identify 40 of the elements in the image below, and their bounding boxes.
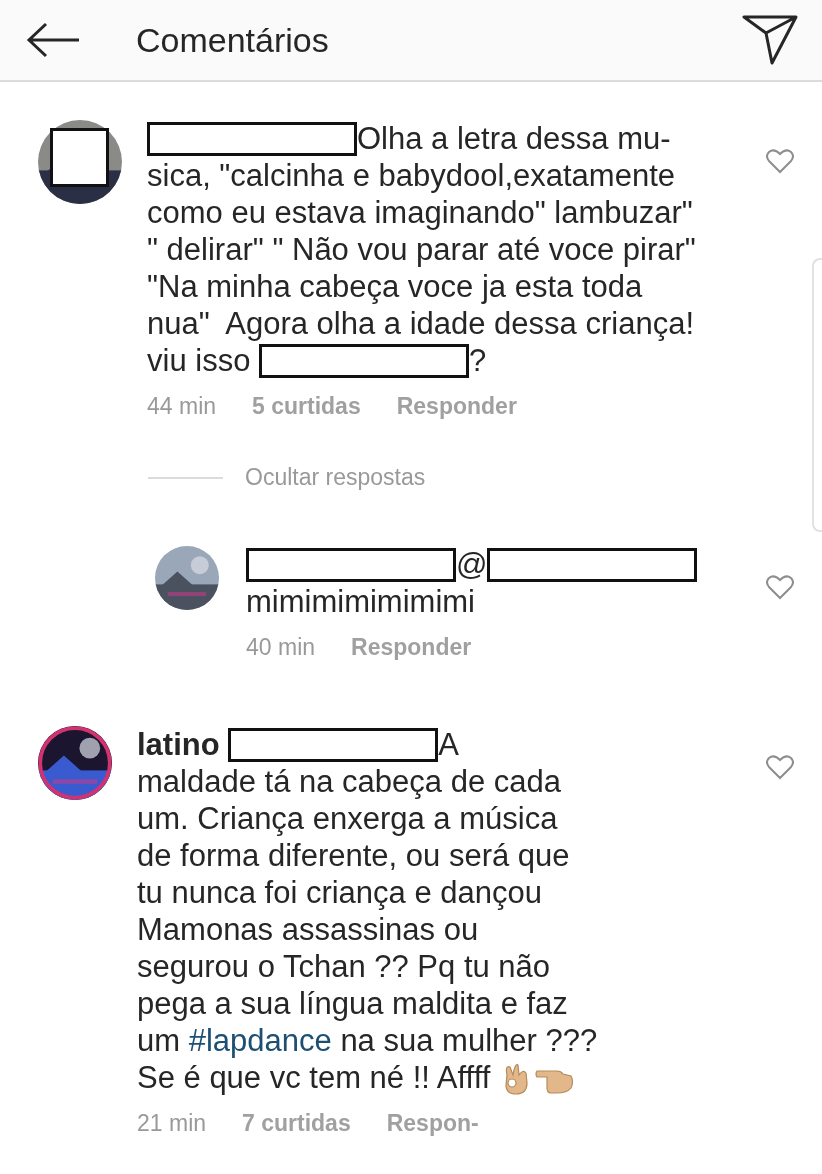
hide-replies-link[interactable]: Ocultar respostas bbox=[245, 464, 426, 491]
comment-text: tu nunca foi criança e dançou bbox=[137, 874, 542, 911]
comment-text: um. Criança enxerga a música bbox=[137, 800, 558, 837]
likes-link[interactable]: 5 curtidas bbox=[252, 393, 361, 420]
comment-text: mimimimimimimi bbox=[246, 583, 475, 620]
reply-link[interactable]: Responder bbox=[396, 393, 517, 420]
comment-text: "Na minha cabeça voce ja esta toda bbox=[147, 268, 643, 305]
comment-text: ? bbox=[469, 342, 487, 379]
username[interactable]: latino bbox=[137, 726, 229, 763]
reply-link[interactable]: Respon- bbox=[386, 1110, 479, 1137]
scrollbar[interactable] bbox=[812, 258, 822, 532]
comment-time: 21 min bbox=[137, 1110, 207, 1137]
comment-text: segurou o Tchan ?? Pq tu não bbox=[137, 948, 551, 985]
reply-link[interactable]: Responder bbox=[351, 634, 472, 661]
back-button[interactable] bbox=[26, 22, 80, 58]
comment-text: sica, "calcinha e babydool,exatamente bbox=[147, 157, 675, 194]
hashtag-link[interactable]: #lapdance bbox=[188, 1022, 332, 1059]
comment-text: Se é que vc tem né !! Affff bbox=[137, 1059, 492, 1096]
comment-text: de forma diferente, ou será que bbox=[137, 837, 570, 874]
comment-text: Olha a letra dessa mu- bbox=[357, 120, 671, 157]
likes-link[interactable]: 7 curtidas bbox=[242, 1110, 351, 1137]
comment-text: nua" Agora olha a idade dessa criança! bbox=[147, 305, 694, 342]
heart-icon[interactable] bbox=[766, 754, 794, 780]
comment-text: como eu estava imaginando" lambuzar" bbox=[147, 194, 693, 231]
heart-icon[interactable] bbox=[766, 574, 794, 600]
heart-icon[interactable] bbox=[766, 148, 794, 174]
comment-text: " delirar" " Não vou parar até voce pirar" bbox=[147, 231, 696, 268]
comment-text: viu isso bbox=[147, 342, 252, 379]
comment-text: na sua mulher ??? bbox=[339, 1022, 598, 1059]
send-button[interactable] bbox=[742, 15, 798, 65]
comment-time: 40 min bbox=[246, 634, 316, 661]
comment-text: um bbox=[137, 1022, 182, 1059]
comment-text: @ bbox=[456, 546, 488, 583]
comment-text: pega a sua língua maldita e faz bbox=[137, 985, 568, 1022]
redaction-box bbox=[49, 128, 109, 188]
comment-text: maldade tá na cabeça de cada bbox=[137, 763, 561, 800]
page-title: Comentários bbox=[136, 20, 330, 60]
comment-text: A bbox=[438, 726, 459, 763]
comment-text: Mamonas assassinas ou bbox=[137, 911, 479, 948]
comment-time: 44 min bbox=[147, 393, 217, 420]
